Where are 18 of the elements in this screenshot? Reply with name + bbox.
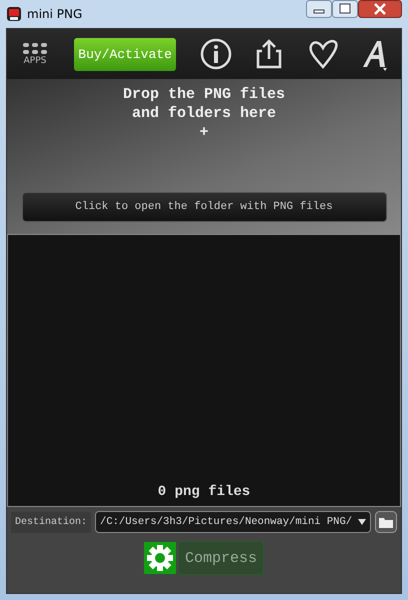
destination-dropdown[interactable]: /C:/Users/3h3/Pictures/Neonway/mini PNG/ [95,511,371,533]
destination-label: Destination: [11,512,92,532]
compress-button[interactable]: Compress [178,541,264,575]
caret-icon [358,519,366,525]
minimize-button[interactable] [306,0,332,18]
open-folder-button[interactable]: Click to open the folder with PNG files [22,192,386,222]
drop-zone[interactable]: Drop the PNG files and folders here + Click to open the folder with PNG files [7,79,401,234]
folder-button[interactable] [375,511,397,533]
drop-instructions: Drop the PNG files and folders here + [122,85,286,142]
window-title: mini PNG [27,7,82,21]
apps-button[interactable]: APPS [15,42,55,66]
gear-icon[interactable] [144,542,176,574]
info-icon[interactable] [199,37,234,71]
grid-icon [22,42,48,56]
file-count: 0 png files [158,484,250,500]
app-icon [6,6,22,22]
maximize-button[interactable] [332,0,358,18]
close-button[interactable] [358,0,402,18]
